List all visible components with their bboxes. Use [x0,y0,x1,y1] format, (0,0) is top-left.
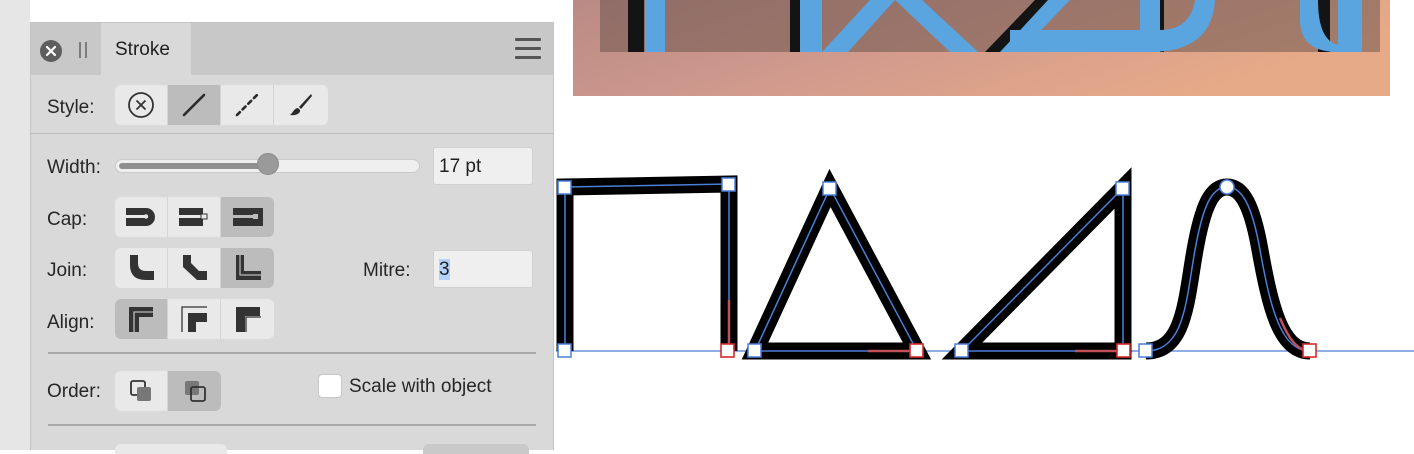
round-cap-icon [179,208,208,226]
mitre-input[interactable]: 3 [433,250,533,288]
order-front-button[interactable] [168,371,221,411]
cap-label: Cap: [47,209,88,230]
next-row-control[interactable] [115,444,227,454]
join-bevel-button[interactable] [221,248,274,288]
align-outside-button[interactable] [221,299,274,339]
join-button-group [115,248,274,288]
glyph-delta[interactable] [741,168,932,360]
cap-butt-button[interactable] [115,197,168,237]
align-inside-icon [181,306,207,332]
section-divider [48,424,536,426]
style-none-button[interactable] [115,85,168,125]
round-join-icon [183,255,207,280]
glyph-curve[interactable] [1145,178,1312,360]
tab-stroke-label: Stroke [115,39,170,60]
style-label: Style: [47,97,95,118]
stroke-behind-fill-icon [130,380,151,401]
align-outside-icon [235,307,261,332]
solid-line-icon [182,93,206,117]
join-mitre-button[interactable] [115,248,168,288]
glyph-pi[interactable] [556,175,738,351]
width-slider-fill [119,163,269,169]
dashed-line-icon [235,93,259,117]
none-icon [128,92,154,118]
order-label: Order: [47,381,101,402]
scale-with-object-label: Scale with object [349,376,492,397]
cap-round-button[interactable] [168,197,221,237]
panel-menu-icon[interactable] [515,38,541,60]
style-dashed-button[interactable] [221,85,274,125]
mitre-label: Mitre: [363,260,411,281]
tab-stroke[interactable]: Stroke [101,23,191,75]
workspace-gutter [0,0,30,450]
width-input[interactable]: 17 pt [433,147,533,185]
style-solid-button[interactable] [168,85,221,125]
bevel-join-icon [235,255,261,280]
panel-header: Stroke [31,23,553,75]
order-button-group [115,371,221,411]
align-center-icon [129,307,153,332]
align-button-group [115,299,274,339]
close-icon [45,45,57,57]
scale-with-object-checkbox[interactable] [318,374,342,398]
brush-icon [289,94,312,116]
section-divider [31,133,553,134]
align-inside-button[interactable] [168,299,221,339]
order-behind-button[interactable] [115,371,168,411]
artwork-image[interactable] [573,0,1390,96]
drag-grip-icon[interactable] [79,42,87,58]
square-cap-icon [232,208,263,226]
join-round-button[interactable] [168,248,221,288]
glyph-slant-delta[interactable] [941,167,1132,360]
width-slider-thumb[interactable] [257,153,279,175]
cap-button-group [115,197,274,237]
cap-square-button[interactable] [221,197,274,237]
width-label: Width: [47,157,101,178]
mitre-join-icon [130,255,154,280]
style-button-group [115,85,328,125]
butt-cap-icon [126,208,155,226]
close-panel-button[interactable] [40,40,62,62]
section-divider [48,352,536,354]
join-label: Join: [47,260,88,281]
style-brush-button[interactable] [274,85,327,125]
align-label: Align: [47,312,95,333]
stroke-panel: Stroke Style: Width: 17 pt Cap: Join: Mi… [30,22,554,454]
mitre-value: 3 [439,259,450,280]
next-row-toggle[interactable] [423,444,529,454]
node-handles[interactable] [557,177,1235,358]
stroke-in-front-icon [184,381,206,402]
align-center-button[interactable] [115,299,168,339]
